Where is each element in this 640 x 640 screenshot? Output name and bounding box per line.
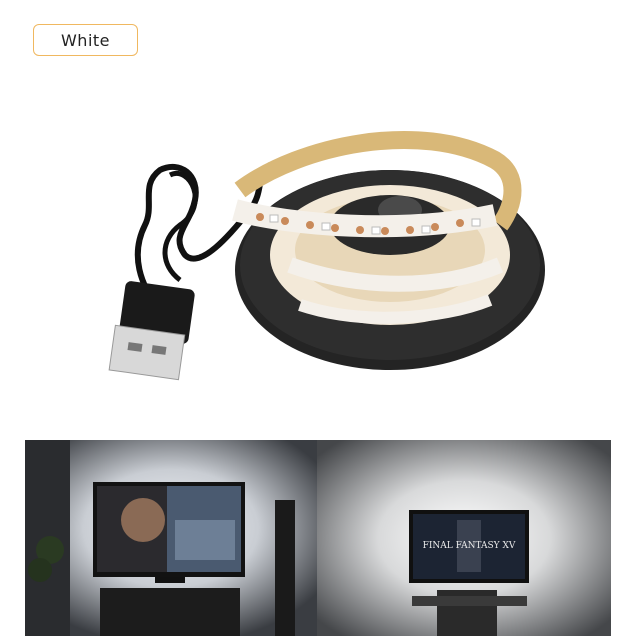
tv-backlight-photo-right: FINAL FANTASY XV [317, 440, 611, 636]
usb-plug [108, 281, 195, 381]
tv-backlight-photo-left [25, 440, 317, 636]
color-variant-label[interactable]: White [33, 24, 138, 56]
usage-photos: FINAL FANTASY XV [25, 440, 611, 636]
tv-right-screen-title: FINAL FANTASY XV [423, 541, 516, 551]
color-variant-text: White [60, 30, 111, 50]
led-strip-reel-image [108, 130, 545, 381]
